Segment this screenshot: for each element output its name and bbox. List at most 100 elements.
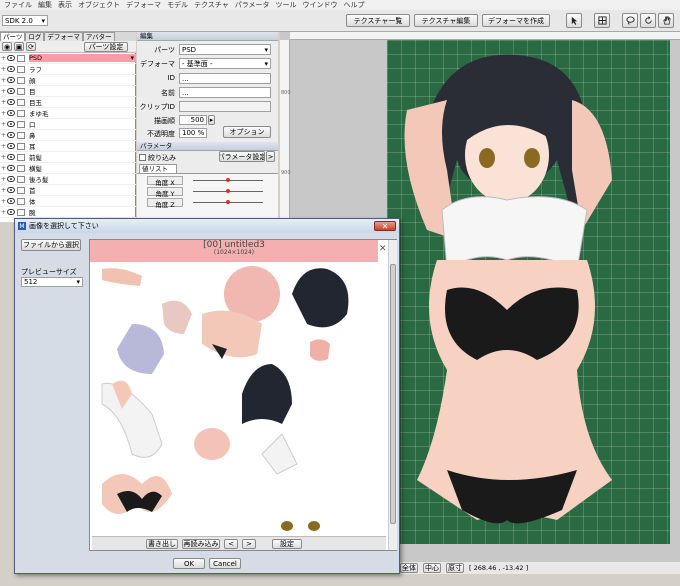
- lock-checkbox[interactable]: [17, 120, 25, 128]
- rotate-icon[interactable]: [640, 13, 656, 28]
- layer-item[interactable]: + 後ろ髪: [0, 175, 136, 185]
- parameter-more-button[interactable]: >: [266, 151, 275, 162]
- lock-checkbox[interactable]: [17, 98, 25, 106]
- visibility-eye-icon[interactable]: [7, 176, 15, 183]
- menu-parameter[interactable]: パラメータ: [235, 0, 270, 10]
- texture-scrollbar[interactable]: [388, 240, 397, 550]
- tab-deformer[interactable]: デフォーマ: [44, 32, 83, 41]
- tab-value-list[interactable]: 値リスト: [139, 164, 177, 173]
- lock-checkbox[interactable]: [17, 65, 25, 73]
- menu-model[interactable]: モデル: [167, 0, 188, 10]
- visibility-eye-icon[interactable]: [7, 209, 15, 216]
- layer-item[interactable]: + 腕: [0, 208, 136, 218]
- cancel-button[interactable]: Cancel: [209, 558, 241, 569]
- layer-item[interactable]: + 顔: [0, 76, 136, 86]
- layer-item[interactable]: + 耳: [0, 142, 136, 152]
- lock-checkbox[interactable]: [17, 186, 25, 194]
- menu-object[interactable]: オブジェクト: [78, 0, 120, 10]
- visibility-eye-icon[interactable]: [7, 66, 15, 73]
- layer-item[interactable]: + 体: [0, 197, 136, 207]
- visibility-eye-icon[interactable]: [7, 55, 15, 62]
- lasso-icon[interactable]: [622, 13, 638, 28]
- settings-button[interactable]: 設定: [272, 539, 302, 549]
- lock-checkbox[interactable]: [17, 109, 25, 117]
- expand-icon[interactable]: +: [0, 131, 7, 139]
- lock-checkbox[interactable]: [17, 164, 25, 172]
- expand-icon[interactable]: +: [0, 186, 7, 194]
- expand-icon[interactable]: +: [0, 164, 7, 172]
- layer-item[interactable]: + ラフ: [0, 65, 136, 75]
- menu-deformer[interactable]: デフォーマ: [126, 0, 161, 10]
- layer-item[interactable]: + 口: [0, 120, 136, 130]
- layer-item[interactable]: + 鼻: [0, 131, 136, 141]
- close-icon[interactable]: ✕: [374, 221, 396, 231]
- center-button[interactable]: 中心: [423, 563, 441, 573]
- param-slider-angle-x[interactable]: [193, 178, 263, 182]
- ok-button[interactable]: OK: [173, 558, 205, 569]
- layer-item[interactable]: + PSD: [0, 54, 136, 64]
- actual-size-button[interactable]: 原寸: [446, 563, 464, 573]
- fit-all-button[interactable]: 全体: [400, 563, 418, 573]
- lock-checkbox[interactable]: [17, 197, 25, 205]
- reload-button[interactable]: 再読み込み: [182, 539, 220, 549]
- param-slider-angle-z[interactable]: [193, 200, 263, 204]
- transform-icon[interactable]: [594, 13, 610, 28]
- export-button[interactable]: 書き出し: [146, 539, 178, 549]
- lock-icon[interactable]: ▣: [14, 42, 24, 51]
- lock-checkbox[interactable]: [17, 131, 25, 139]
- draw-order-field[interactable]: 500: [179, 115, 207, 125]
- param-knob-angle-y[interactable]: [226, 189, 230, 193]
- select-from-file-button[interactable]: ファイルから選択: [21, 239, 81, 251]
- expand-icon[interactable]: +: [0, 54, 7, 62]
- menu-file[interactable]: ファイル: [4, 0, 32, 10]
- visibility-eye-icon[interactable]: [7, 132, 15, 139]
- preview-size-select[interactable]: 512: [21, 277, 83, 287]
- lock-checkbox[interactable]: [17, 142, 25, 150]
- part-select[interactable]: PSD: [179, 44, 271, 55]
- visibility-eye-icon[interactable]: [7, 121, 15, 128]
- menu-tool[interactable]: ツール: [276, 0, 297, 10]
- menu-texture[interactable]: テクスチャ: [194, 0, 229, 10]
- expand-icon[interactable]: +: [0, 208, 7, 216]
- lock-checkbox[interactable]: [17, 153, 25, 161]
- tab-parts[interactable]: パーツ: [0, 32, 26, 41]
- expand-icon[interactable]: +: [0, 109, 7, 117]
- visibility-eye-icon[interactable]: [7, 154, 15, 161]
- hand-icon[interactable]: [658, 13, 674, 28]
- menu-view[interactable]: 表示: [58, 0, 72, 10]
- expand-icon[interactable]: +: [0, 142, 7, 150]
- expand-icon[interactable]: +: [0, 120, 7, 128]
- filter-checkbox[interactable]: [139, 154, 146, 161]
- cursor-icon[interactable]: [566, 13, 582, 28]
- sdk-select[interactable]: SDK 2.0: [2, 15, 48, 26]
- texture-edit-button[interactable]: テクスチャ編集: [414, 14, 478, 27]
- eye-toggle-icon[interactable]: ◉: [2, 42, 12, 51]
- lock-checkbox[interactable]: [17, 87, 25, 95]
- visibility-eye-icon[interactable]: [7, 110, 15, 117]
- draw-order-stepper[interactable]: ▸: [208, 115, 215, 125]
- menu-window[interactable]: ウインドウ: [303, 0, 338, 10]
- expand-icon[interactable]: +: [0, 87, 7, 95]
- expand-icon[interactable]: +: [0, 98, 7, 106]
- layer-item[interactable]: + 前髪: [0, 153, 136, 163]
- texture-list-button[interactable]: テクスチャ一覧: [346, 14, 410, 27]
- parts-settings-button[interactable]: パーツ設定: [84, 42, 128, 52]
- scrollbar-thumb[interactable]: [390, 264, 396, 524]
- prev-button[interactable]: <: [224, 539, 238, 549]
- layer-item[interactable]: + 横髪: [0, 164, 136, 174]
- layer-item[interactable]: + 首: [0, 186, 136, 196]
- clip-id-field[interactable]: [179, 101, 271, 112]
- parameter-settings-button[interactable]: パラメータ設定: [219, 151, 265, 162]
- param-slider-angle-y[interactable]: [193, 189, 263, 193]
- layer-item[interactable]: + まゆ毛: [0, 109, 136, 119]
- expand-icon[interactable]: +: [0, 153, 7, 161]
- visibility-eye-icon[interactable]: [7, 198, 15, 205]
- expand-icon[interactable]: +: [0, 197, 7, 205]
- lock-checkbox[interactable]: [17, 76, 25, 84]
- options-button[interactable]: オプション: [223, 126, 271, 138]
- menu-edit[interactable]: 編集: [38, 0, 52, 10]
- tab-avatar[interactable]: アバター: [82, 32, 115, 41]
- opacity-field[interactable]: 100 %: [179, 128, 207, 138]
- layer-item[interactable]: + 目玉: [0, 98, 136, 108]
- param-knob-angle-z[interactable]: [226, 200, 230, 204]
